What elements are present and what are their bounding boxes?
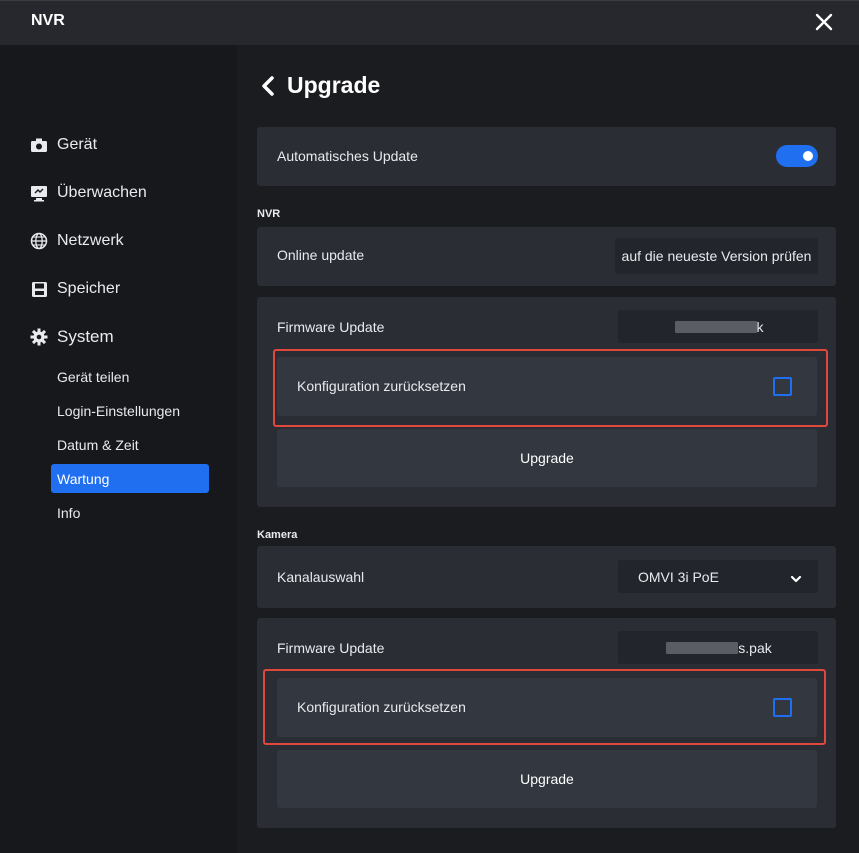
floppy-disk-icon xyxy=(30,280,48,298)
nvr-reset-config-checkbox[interactable] xyxy=(773,377,792,396)
gear-icon xyxy=(30,328,48,346)
globe-icon xyxy=(30,232,48,250)
nvr-upgrade-button[interactable]: Upgrade xyxy=(277,429,817,487)
camera-upgrade-button[interactable]: Upgrade xyxy=(277,750,817,808)
toggle-knob xyxy=(803,151,813,161)
subitem-wartung[interactable]: Wartung xyxy=(51,464,209,493)
sidebar-item-label: Netzwerk xyxy=(57,232,124,249)
online-update-label: Online update xyxy=(277,247,365,263)
camera-firmware-file-field[interactable]: s.pak xyxy=(618,631,818,664)
camera-reset-config-row[interactable]: Konfiguration zurücksetzen xyxy=(277,678,817,737)
auto-update-label: Automatisches Update xyxy=(277,148,418,164)
camera-firmware-card: Firmware Update s.pak Konfiguration zurü… xyxy=(257,618,836,828)
nvr-firmware-card: Firmware Update k Konfiguration zurückse… xyxy=(257,297,836,507)
sidebar-item-system[interactable]: System xyxy=(30,325,114,349)
camera-section-label: Kamera xyxy=(257,529,298,541)
redacted-filename xyxy=(666,641,739,654)
nvr-section-label: NVR xyxy=(257,208,281,220)
sidebar-item-label: System xyxy=(57,327,114,346)
chevron-down-icon xyxy=(790,571,802,583)
nvr-firmware-label: Firmware Update xyxy=(277,319,385,335)
subitem-info[interactable]: Info xyxy=(51,498,209,527)
monitor-icon xyxy=(30,184,48,202)
camera-firmware-label: Firmware Update xyxy=(277,640,385,656)
check-latest-version-button[interactable]: auf die neueste Version prüfen xyxy=(615,238,818,274)
online-update-card: Online update auf die neueste Version pr… xyxy=(257,227,836,286)
close-icon[interactable] xyxy=(813,11,835,33)
channel-select[interactable]: OMVI 3i PoE xyxy=(618,560,818,593)
nvr-reset-config-label: Konfiguration zurücksetzen xyxy=(297,378,466,394)
chevron-left-icon xyxy=(259,74,277,98)
auto-update-card: Automatisches Update xyxy=(257,127,836,186)
camera-reset-config-label: Konfiguration zurücksetzen xyxy=(297,699,466,715)
nvr-firmware-file-field[interactable]: k xyxy=(618,310,818,343)
redacted-filename xyxy=(674,320,757,333)
channel-select-value: OMVI 3i PoE xyxy=(638,568,719,585)
subitem-login-einstellungen[interactable]: Login-Einstellungen xyxy=(51,396,209,425)
app-title: NVR xyxy=(31,12,65,29)
camera-firmware-file-suffix: s.pak xyxy=(738,639,772,656)
main-content: Upgrade Automatisches Update NVR Online … xyxy=(237,45,859,853)
sidebar: Gerät Überwachen Netzwerk Speicher Syste… xyxy=(0,45,237,853)
channel-selection-card: Kanalauswahl OMVI 3i PoE xyxy=(257,546,836,608)
camera-icon xyxy=(30,136,48,154)
sidebar-item-netzwerk[interactable]: Netzwerk xyxy=(30,229,124,253)
subitem-datum-zeit[interactable]: Datum & Zeit xyxy=(51,430,209,459)
nvr-firmware-file-suffix: k xyxy=(756,318,764,335)
channel-selection-label: Kanalauswahl xyxy=(277,569,365,585)
subitem-geraet-teilen[interactable]: Gerät teilen xyxy=(51,362,209,391)
nvr-reset-config-row[interactable]: Konfiguration zurücksetzen xyxy=(277,357,817,416)
back-button[interactable]: Upgrade xyxy=(259,72,380,99)
sidebar-item-label: Gerät xyxy=(57,136,98,153)
sidebar-item-speicher[interactable]: Speicher xyxy=(30,277,120,301)
sidebar-item-label: Überwachen xyxy=(57,184,147,201)
sidebar-item-label: Speicher xyxy=(57,280,121,297)
sidebar-item-ueberwachen[interactable]: Überwachen xyxy=(30,181,147,205)
title-bar: NVR xyxy=(0,0,859,45)
page-title: Upgrade xyxy=(287,72,381,98)
sidebar-item-geraet[interactable]: Gerät xyxy=(30,133,97,157)
auto-update-toggle[interactable] xyxy=(776,145,818,167)
camera-reset-config-checkbox[interactable] xyxy=(773,698,792,717)
